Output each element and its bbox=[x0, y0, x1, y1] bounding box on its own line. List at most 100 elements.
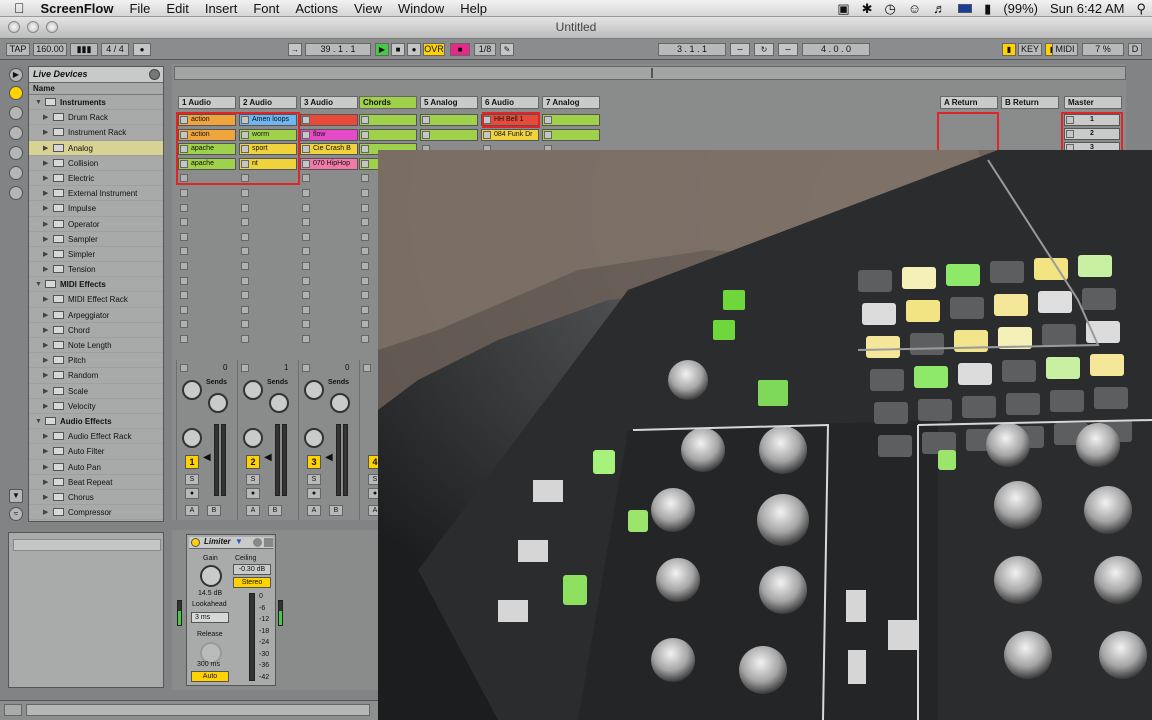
track-header[interactable]: 3 Audio bbox=[300, 96, 358, 109]
clip-slot[interactable] bbox=[542, 128, 600, 141]
crossfade-a-button[interactable]: A bbox=[307, 505, 321, 516]
device-expand-icon[interactable]: ▶ bbox=[43, 308, 48, 323]
track-header[interactable]: Chords bbox=[359, 96, 417, 109]
file-browser-1-icon[interactable] bbox=[9, 126, 23, 140]
browser-item[interactable]: ▶ Instrument Rack bbox=[29, 125, 163, 141]
empty-slot-stop-icon[interactable] bbox=[180, 218, 188, 227]
track-activator[interactable]: 1 bbox=[185, 455, 199, 469]
empty-slot-stop-icon[interactable] bbox=[302, 203, 310, 212]
device-browser-icon[interactable] bbox=[9, 86, 23, 100]
menu-font[interactable]: Font bbox=[245, 1, 287, 16]
empty-slot-stop-icon[interactable] bbox=[180, 203, 188, 212]
volume-fader-icon[interactable]: ◀ bbox=[264, 452, 272, 463]
spotlight-icon[interactable]: ⚲ bbox=[1136, 1, 1146, 17]
arm-record-icon[interactable]: ● bbox=[246, 488, 260, 499]
empty-slot-stop-icon[interactable] bbox=[241, 320, 249, 329]
device-expand-icon[interactable]: ▶ bbox=[43, 490, 48, 505]
browser-item[interactable]: ▶ Auto Pan bbox=[29, 460, 163, 475]
lookahead-menu[interactable]: 3 ms bbox=[191, 612, 229, 623]
menu-window[interactable]: Window bbox=[390, 1, 452, 16]
crossfade-b-button[interactable]: B bbox=[268, 505, 282, 516]
tempo-field[interactable]: 160.00 bbox=[33, 43, 67, 56]
pan-knob[interactable] bbox=[304, 428, 324, 448]
device-expand-icon[interactable]: ▶ bbox=[43, 125, 48, 140]
track-header[interactable]: 7 Analog bbox=[542, 96, 600, 109]
time-machine-icon[interactable]: ◷ bbox=[885, 1, 896, 17]
clip-launch-icon[interactable] bbox=[361, 159, 369, 168]
empty-slot-stop-icon[interactable] bbox=[361, 189, 369, 197]
stereo-button[interactable]: Stereo bbox=[233, 577, 271, 588]
browser-item[interactable]: ▶ Chorus bbox=[29, 490, 163, 506]
browser-item[interactable]: ▶ Compressor bbox=[29, 505, 163, 521]
browser-item[interactable]: ▶ Impulse bbox=[29, 201, 163, 217]
clip-launch-icon[interactable] bbox=[483, 130, 491, 139]
overdub-button[interactable]: OVR bbox=[423, 43, 445, 56]
menubar-clock[interactable]: Sun 6:42 AM bbox=[1050, 1, 1124, 16]
empty-slot-stop-icon[interactable] bbox=[302, 189, 310, 197]
flag-icon[interactable] bbox=[958, 4, 973, 13]
hot-swap-icon[interactable]: ≈ bbox=[9, 507, 23, 521]
browser-item[interactable]: ▶ Operator bbox=[29, 217, 163, 232]
browser-item[interactable]: ▶ Note Length bbox=[29, 338, 163, 354]
device-expand-icon[interactable]: ▶ bbox=[43, 460, 48, 475]
empty-slot-stop-icon[interactable] bbox=[361, 320, 369, 329]
clip-launch-icon[interactable] bbox=[302, 145, 310, 154]
app-menu[interactable]: ScreenFlow bbox=[33, 1, 122, 16]
bluetooth-icon[interactable]: ✱ bbox=[862, 1, 873, 17]
file-browser-3-icon[interactable] bbox=[9, 166, 23, 180]
browser-item[interactable]: ▶ Drum Rack bbox=[29, 110, 163, 126]
send-a-knob[interactable] bbox=[243, 380, 263, 400]
folder-expand-icon[interactable]: ▼ bbox=[35, 414, 42, 429]
empty-slot-stop-icon[interactable] bbox=[180, 291, 188, 300]
empty-slot-stop-icon[interactable] bbox=[180, 262, 188, 270]
file-browser-4-icon[interactable] bbox=[9, 186, 23, 200]
play-icon[interactable]: ▶ bbox=[375, 43, 389, 56]
arm-record-icon[interactable]: ● bbox=[185, 488, 199, 499]
device-expand-icon[interactable]: ▶ bbox=[43, 384, 48, 399]
ceiling-field[interactable]: -0.30 dB bbox=[233, 564, 271, 575]
empty-slot-stop-icon[interactable] bbox=[180, 247, 188, 256]
device-expand-icon[interactable]: ▶ bbox=[43, 429, 48, 444]
browser-item[interactable]: ▶ Arpeggiator bbox=[29, 308, 163, 323]
empty-slot-stop-icon[interactable] bbox=[361, 174, 369, 183]
browser-item[interactable]: ▶ Auto Filter bbox=[29, 444, 163, 460]
clip-slot[interactable]: 084 Funk Dr bbox=[481, 128, 539, 141]
empty-slot-stop-icon[interactable] bbox=[302, 291, 310, 300]
close-window-icon[interactable] bbox=[8, 21, 20, 33]
menu-file[interactable]: File bbox=[121, 1, 158, 16]
empty-slot-stop-icon[interactable] bbox=[361, 291, 369, 300]
file-browser-2-icon[interactable] bbox=[9, 146, 23, 160]
device-expand-icon[interactable]: ▶ bbox=[43, 338, 48, 353]
browser-item[interactable]: ▶ External Instrument bbox=[29, 186, 163, 202]
clip-launch-icon[interactable] bbox=[302, 130, 310, 139]
clip-slot[interactable]: 070 HipHop bbox=[300, 157, 358, 170]
browser-item[interactable]: ▶ Scale bbox=[29, 384, 163, 399]
browser-item[interactable]: ▶ Audio Effect Rack bbox=[29, 429, 163, 445]
empty-slot-stop-icon[interactable] bbox=[361, 262, 369, 270]
device-expand-icon[interactable]: ▶ bbox=[43, 262, 48, 277]
quantization-menu[interactable]: 1/8 bbox=[474, 43, 496, 56]
empty-slot-stop-icon[interactable] bbox=[241, 305, 249, 314]
device-expand-icon[interactable]: ▶ bbox=[43, 217, 48, 232]
crossfade-a-button[interactable]: A bbox=[246, 505, 260, 516]
volume-fader-icon[interactable]: ◀ bbox=[203, 452, 211, 463]
device-expand-icon[interactable]: ▶ bbox=[43, 232, 48, 247]
browser-item[interactable]: ▶ MIDI Effect Rack bbox=[29, 292, 163, 308]
clip-launch-icon[interactable] bbox=[544, 116, 552, 124]
zoom-window-icon[interactable] bbox=[46, 21, 58, 33]
empty-slot-stop-icon[interactable] bbox=[361, 203, 369, 212]
solo-button[interactable]: S bbox=[246, 474, 260, 485]
empty-slot-stop-icon[interactable] bbox=[361, 218, 369, 227]
track-stop-icon[interactable] bbox=[241, 364, 249, 372]
minimize-window-icon[interactable] bbox=[27, 21, 39, 33]
punch-icon[interactable]: ■ bbox=[450, 43, 470, 56]
track-header[interactable]: 6 Audio bbox=[481, 96, 539, 109]
empty-slot-stop-icon[interactable] bbox=[361, 232, 369, 241]
pan-knob[interactable] bbox=[182, 428, 202, 448]
scene-launch[interactable]: 2 bbox=[1064, 128, 1120, 140]
empty-slot-stop-icon[interactable] bbox=[361, 305, 369, 314]
device-expand-icon[interactable]: ▶ bbox=[43, 292, 48, 307]
hotswap-icon[interactable]: ▼ bbox=[235, 537, 243, 546]
device-expand-icon[interactable]: ▶ bbox=[43, 186, 48, 201]
punch-out-icon[interactable]: ∼ bbox=[778, 43, 798, 56]
